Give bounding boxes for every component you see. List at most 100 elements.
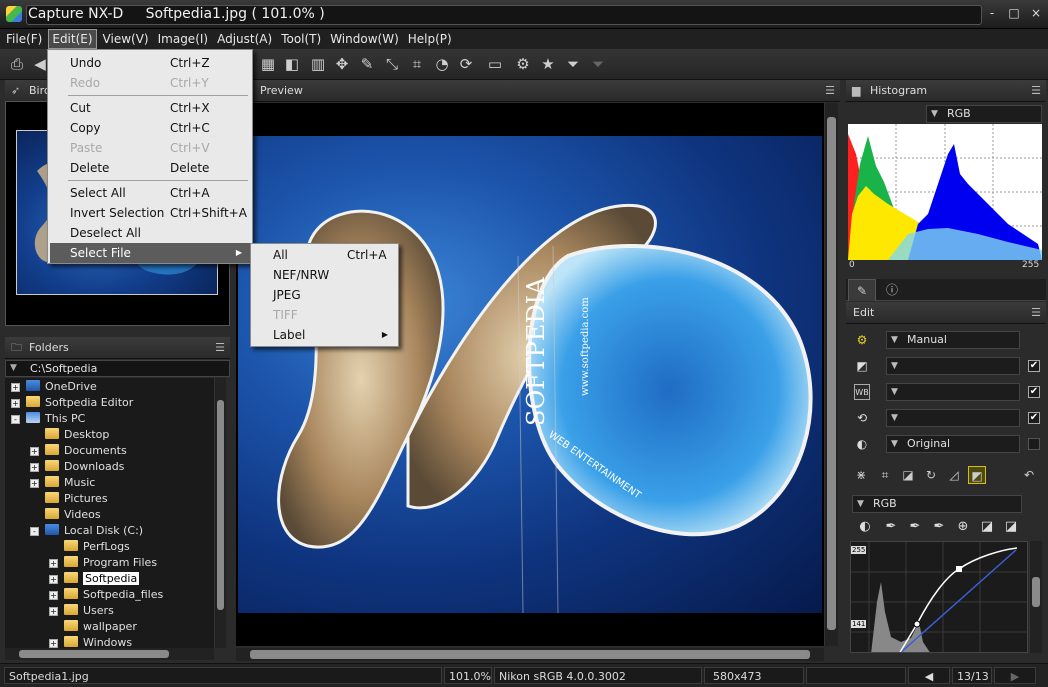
eyedropper-gray-icon[interactable]: ✒	[906, 518, 924, 536]
menu-file[interactable]: File(F)	[3, 29, 45, 49]
exposure-checkbox[interactable]: ✔	[1028, 360, 1040, 372]
menu-window[interactable]: Window(W)	[327, 29, 402, 49]
tree-item-softpedia-files[interactable]: + Softpedia_files	[49, 587, 163, 603]
eyedropper-tool-icon[interactable]: ✎	[357, 54, 377, 74]
noise-reduction-icon[interactable]: ⋇	[852, 466, 870, 484]
compare-icon[interactable]: ◧	[282, 54, 302, 74]
tree-item-this-pc[interactable]: - This PC	[11, 411, 85, 427]
tone-icon[interactable]: ◪	[899, 466, 917, 484]
hand-tool-icon[interactable]: ✥	[332, 54, 352, 74]
white-balance-select[interactable]: ▼	[886, 383, 1020, 401]
rotate-icon[interactable]: ↻	[922, 466, 940, 484]
rotate-icon[interactable]: ⟳	[456, 54, 476, 74]
expand-icon[interactable]: +	[49, 607, 58, 616]
menu-item-redo[interactable]: Redo Ctrl+Y	[50, 73, 250, 93]
tone-curve-editor[interactable]: 255 141	[850, 541, 1028, 653]
target-icon[interactable]: ⊕	[954, 518, 972, 536]
menu-tool[interactable]: Tool(T)	[278, 29, 324, 49]
tree-item-local-disk-c[interactable]: - Local Disk (C:)	[30, 523, 143, 539]
folder-path-select[interactable]: ▼ C:\Softpedia	[5, 360, 230, 377]
prev-image-button[interactable]: ◀	[908, 667, 950, 684]
filter-off-icon[interactable]: ⏷	[588, 54, 608, 74]
submenu-item-jpeg[interactable]: JPEG	[253, 285, 396, 305]
tree-item-documents[interactable]: + Documents	[30, 443, 127, 459]
level-curve-icon[interactable]: ◩	[968, 466, 986, 484]
menu-view[interactable]: View(V)	[100, 29, 152, 49]
expand-icon[interactable]: +	[11, 399, 20, 408]
panel-menu-icon[interactable]: ☰	[1031, 302, 1041, 324]
preview-hscroll[interactable]	[236, 648, 824, 661]
exposure-select[interactable]: ▼	[886, 357, 1020, 375]
edit-panel-vscroll[interactable]	[1029, 541, 1042, 653]
tree-item-music[interactable]: + Music	[30, 475, 95, 491]
menu-adjust[interactable]: Adjust(A)	[214, 29, 275, 49]
eyedropper-black-icon[interactable]: ✒	[882, 518, 900, 536]
menu-item-delete[interactable]: Delete Delete	[50, 158, 250, 178]
tree-item-perflogs[interactable]: PerfLogs	[49, 539, 130, 555]
menu-item-deselect-all[interactable]: Deselect All	[50, 223, 250, 243]
tree-item-desktop[interactable]: Desktop	[30, 427, 109, 443]
minimize-button[interactable]: -	[984, 5, 1000, 21]
menu-item-cut[interactable]: Cut Ctrl+X	[50, 98, 250, 118]
print-icon[interactable]: ⎙	[7, 54, 27, 74]
picture-style-checkbox[interactable]: ✔	[1028, 412, 1040, 424]
menu-help[interactable]: Help(P)	[405, 29, 455, 49]
expand-icon[interactable]: +	[11, 383, 20, 392]
image-preview[interactable]: SOFTPEDIA www.softpedia.com WEB ENTERTAI…	[236, 103, 824, 646]
star-rating-icon[interactable]: ★	[538, 54, 558, 74]
auto-levels-icon[interactable]: ◪	[978, 518, 996, 536]
undo-icon[interactable]: ↶	[1020, 466, 1038, 484]
collapse-icon[interactable]: -	[30, 527, 39, 536]
monitor-icon[interactable]: ▭	[485, 54, 505, 74]
tree-item-program-files[interactable]: + Program Files	[49, 555, 157, 571]
tab-info[interactable]: ⓘ	[878, 279, 906, 301]
gear-icon[interactable]: ⚙	[513, 54, 533, 74]
tree-item-users[interactable]: + Users	[49, 603, 114, 619]
scrollbar-thumb[interactable]	[827, 117, 836, 630]
close-button[interactable]: ×	[1028, 5, 1044, 21]
tree-item-softpedia-editor[interactable]: + Softpedia Editor	[11, 395, 133, 411]
expand-icon[interactable]: +	[30, 447, 39, 456]
d-lighting-select[interactable]: ▼ Original	[886, 435, 1020, 453]
folder-tree-vscroll[interactable]	[214, 378, 226, 648]
split-view-icon[interactable]: ▥	[308, 54, 328, 74]
tree-item-downloads[interactable]: + Downloads	[30, 459, 124, 475]
scrollbar-thumb[interactable]	[250, 650, 810, 659]
app-launch-icon[interactable]: ◔	[432, 54, 452, 74]
expand-icon[interactable]: +	[49, 559, 58, 568]
expand-icon[interactable]: +	[49, 591, 58, 600]
scrollbar-thumb[interactable]	[217, 400, 224, 610]
picture-style-select[interactable]: ▼	[886, 409, 1020, 427]
crop-icon[interactable]: ⌗	[876, 466, 894, 484]
filter-icon[interactable]: ⏷	[563, 54, 583, 74]
d-lighting-checkbox[interactable]	[1028, 438, 1040, 450]
next-image-button[interactable]: ▶	[994, 667, 1036, 684]
maximize-button[interactable]: □	[1006, 5, 1022, 21]
collapse-icon[interactable]: -	[11, 415, 20, 424]
tree-item-softpedia[interactable]: + Softpedia	[49, 571, 140, 587]
contrast-icon[interactable]: ◐	[856, 518, 874, 536]
menu-item-invert-selection[interactable]: Invert Selection Ctrl+Shift+A	[50, 203, 250, 223]
straighten-tool-icon[interactable]: ⤡	[382, 54, 402, 74]
menu-item-copy[interactable]: Copy Ctrl+C	[50, 118, 250, 138]
menu-item-select-file[interactable]: Select File ▶	[50, 243, 250, 263]
preview-photo[interactable]: SOFTPEDIA www.softpedia.com WEB ENTERTAI…	[238, 136, 822, 613]
submenu-item-nef-nrw[interactable]: NEF/NRW	[253, 265, 396, 285]
curve-channel-select[interactable]: ▼ RGB	[852, 495, 1022, 513]
menu-item-paste[interactable]: Paste Ctrl+V	[50, 138, 250, 158]
folder-tree-hscroll[interactable]	[5, 648, 214, 660]
tree-item-wallpaper[interactable]: wallpaper	[49, 619, 137, 635]
histogram-channel-select[interactable]: ▼ RGB	[926, 105, 1042, 123]
preview-vscroll[interactable]	[824, 103, 838, 646]
picture-control-select[interactable]: ▼ Manual	[886, 331, 1020, 349]
tree-item-windows[interactable]: + Windows	[49, 635, 132, 648]
submenu-item-label[interactable]: Label ▶	[253, 325, 396, 345]
submenu-item-all[interactable]: All Ctrl+A	[253, 245, 396, 265]
expand-icon[interactable]: +	[49, 639, 58, 648]
tab-edit[interactable]: ✎	[848, 279, 876, 301]
menu-item-undo[interactable]: Undo Ctrl+Z	[50, 53, 250, 73]
menu-item-select-all[interactable]: Select All Ctrl+A	[50, 183, 250, 203]
perspective-icon[interactable]: ◿	[945, 466, 963, 484]
expand-icon[interactable]: +	[30, 479, 39, 488]
tree-item-videos[interactable]: Videos	[30, 507, 101, 523]
